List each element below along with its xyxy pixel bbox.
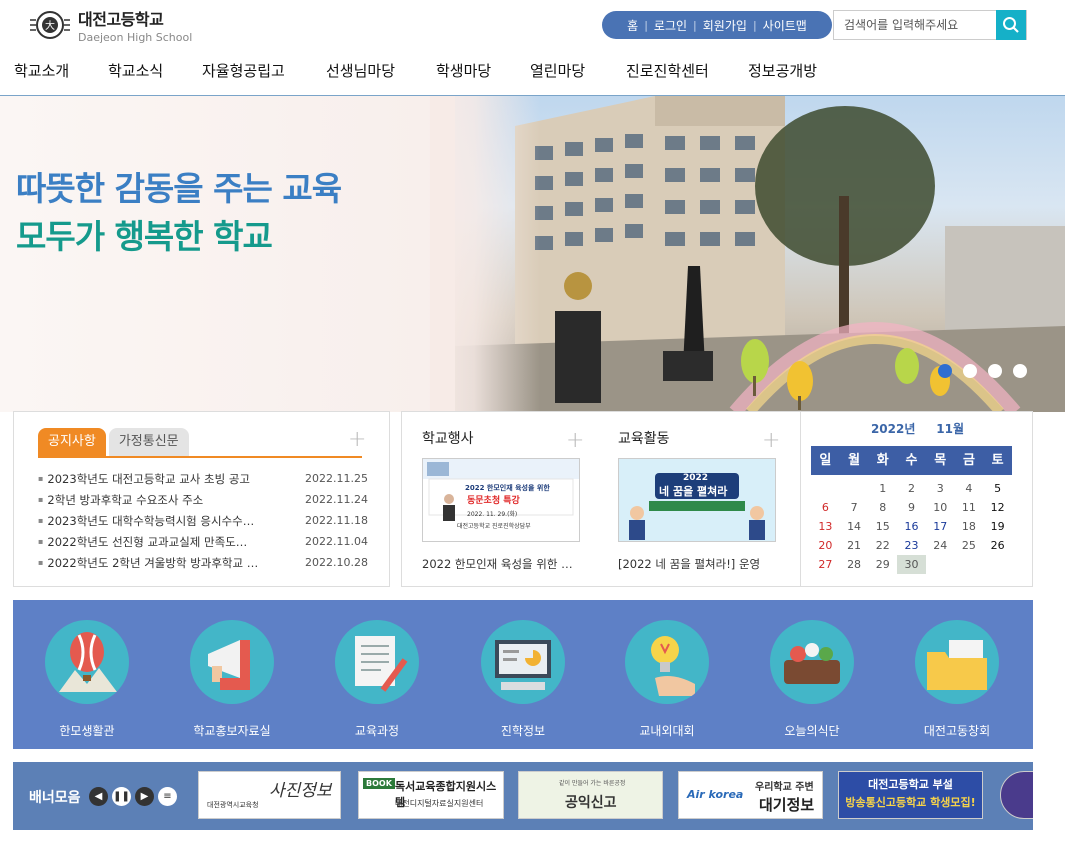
sitemap-link[interactable]: 사이트맵 xyxy=(763,17,807,34)
folder-icon xyxy=(915,620,999,704)
nav-teachers[interactable]: 선생님마당 xyxy=(326,60,436,81)
site-header: 大 대전고등학교 Daejeon High School 홈 | 로그인 | 회… xyxy=(0,0,1065,96)
events-caption[interactable]: 2022 한모인재 육성을 위한 … xyxy=(422,556,584,572)
banner-correspondence-school[interactable]: 대전고등학교 부설 방송통신고등학교 학생모집! xyxy=(838,771,983,819)
slide-dot-1[interactable] xyxy=(938,364,952,378)
quick-meal-menu[interactable]: 오늘의식단 xyxy=(757,620,867,739)
activities-thumb-line1: 2022 xyxy=(683,473,709,483)
document-pen-icon xyxy=(335,620,419,704)
events-thumb-line4: 대전고등학교 진로진학상담부 xyxy=(457,523,531,530)
banner-reading-system[interactable]: BOOK 독서교육종합지원시스템 대전디지털자료실지원센터 xyxy=(358,771,504,819)
banner-controls: ◀ ❚❚ ▶ ≡ xyxy=(89,787,177,806)
school-name-en: Daejeon High School xyxy=(78,31,193,44)
events-more-icon[interactable]: + xyxy=(566,430,584,452)
lightbulb-icon xyxy=(625,620,709,704)
calendar-title: 2022년 11월 xyxy=(801,420,1034,437)
school-logo[interactable]: 大 대전고등학교 Daejeon High School xyxy=(28,6,192,44)
quick-admission-info[interactable]: 진학정보 xyxy=(468,620,578,739)
activities-block: 교육활동 + 2022 네 꿈을 펼쳐라 [2022 네 꿈을 펼쳐라!] 운영 xyxy=(598,412,788,588)
banner-partial[interactable] xyxy=(1000,771,1033,819)
signup-link[interactable]: 회원가입 xyxy=(703,17,747,34)
megaphone-icon xyxy=(190,620,274,704)
home-link[interactable]: 홈 xyxy=(627,17,638,34)
calendar-week: 6 7 8 9 10 11 12 xyxy=(821,501,1005,514)
slide-indicators xyxy=(938,364,1027,378)
activities-thumbnail[interactable]: 2022 네 꿈을 펼쳐라 xyxy=(618,458,776,542)
events-thumb-line3: 2022. 11. 29.(화) xyxy=(467,511,518,518)
main-nav: 학교소개 학교소식 자율형공립고 선생님마당 학생마당 열린마당 진로진학센터 … xyxy=(14,60,848,81)
events-thumb-line1: 2022 한모인재 육성을 위한 xyxy=(465,484,550,492)
computer-chart-icon xyxy=(481,620,565,704)
nav-career-center[interactable]: 진로진학센터 xyxy=(626,60,748,81)
nav-open-forum[interactable]: 열린마당 xyxy=(530,60,626,81)
quick-competitions[interactable]: 교내외대회 xyxy=(612,620,722,739)
notice-panel: 공지사항 가정통신문 + 2023학년도 대전고등학교 교사 초빙 공고2022… xyxy=(13,411,390,587)
search-icon xyxy=(1003,17,1019,33)
school-name-ko: 대전고등학교 xyxy=(78,10,164,29)
nav-school-intro[interactable]: 학교소개 xyxy=(14,60,108,81)
banner-prev-button[interactable]: ◀ xyxy=(89,787,108,806)
list-item[interactable]: 2023학년도 대학수학능력시험 응시수수…2022.11.18 xyxy=(38,510,368,531)
calendar-month: 11월 xyxy=(936,422,965,436)
hero-slogan-line1: 따뜻한 감동을 주는 교육 xyxy=(16,169,342,208)
school-emblem-icon: 大 xyxy=(28,8,72,42)
nav-school-news[interactable]: 학교소식 xyxy=(108,60,202,81)
hero-slogan-line2: 모두가 행복한 학교 xyxy=(16,217,273,256)
events-block: 학교행사 + 2022 한모인재 육성을 위한 동문초청 특강 2022. 11… xyxy=(402,412,592,588)
quick-curriculum[interactable]: 교육과정 xyxy=(322,620,432,739)
banner-title: 배너모음 xyxy=(29,790,81,806)
tab-notices[interactable]: 공지사항 xyxy=(38,428,106,456)
list-item[interactable]: 2학년 방과후학교 수요조사 주소2022.11.24 xyxy=(38,489,368,510)
banner-public-report[interactable]: 같이 만들어 가는 바른공정 공익신고 xyxy=(518,771,663,819)
activities-caption[interactable]: [2022 네 꿈을 펼쳐라!] 운영 xyxy=(618,556,780,572)
list-item[interactable]: 2022학년도 선진형 교과교실제 만족도…2022.11.04 xyxy=(38,531,368,552)
slide-dot-2[interactable] xyxy=(963,364,977,378)
events-thumbnail[interactable]: 2022 한모인재 육성을 위한 동문초청 특강 2022. 11. 29.(화… xyxy=(422,458,580,542)
calendar-today[interactable]: 30 xyxy=(897,555,926,574)
banner-photo-info[interactable]: 대전광역시교육청 사진정보 xyxy=(198,771,341,819)
list-item[interactable]: 2023학년도 대전고등학교 교사 초빙 공고2022.11.25 xyxy=(38,468,368,489)
slide-dot-4[interactable] xyxy=(1013,364,1027,378)
quick-pr-archive[interactable]: 학교홍보자료실 xyxy=(177,620,287,739)
svg-text:大: 大 xyxy=(45,19,55,32)
activities-more-icon[interactable]: + xyxy=(762,430,780,452)
hero-banner: 따뜻한 감동을 주는 교육 모두가 행복한 학교 xyxy=(0,96,1065,412)
quick-menu: 한모생활관 학교홍보자료실 교육과정 진학정보 교내외대회 오늘의식단 대전고동… xyxy=(13,600,1033,749)
tab-newsletters[interactable]: 가정통신문 xyxy=(108,428,189,456)
search-button[interactable] xyxy=(996,10,1026,40)
banner-air-quality[interactable]: Air korea 우리학교 주변 대기정보 xyxy=(678,771,823,819)
slide-dot-3[interactable] xyxy=(988,364,1002,378)
nav-info-disclosure[interactable]: 정보공개방 xyxy=(748,60,848,81)
quick-alumni[interactable]: 대전고동창회 xyxy=(902,620,1012,739)
activities-thumb-line2: 네 꿈을 펼쳐라 xyxy=(659,485,728,498)
notice-list: 2023학년도 대전고등학교 교사 초빙 공고2022.11.25 2학년 방과… xyxy=(38,468,368,573)
login-link[interactable]: 로그인 xyxy=(654,17,687,34)
banner-pause-button[interactable]: ❚❚ xyxy=(112,787,131,806)
quick-dormitory[interactable]: 한모생활관 xyxy=(32,620,142,739)
notice-more-icon[interactable]: + xyxy=(348,429,366,451)
calendar-year: 2022년 xyxy=(870,422,916,436)
calendar-grid: 일 월 화 수 목 금 토 12345 6 7 8 9 10 11 12 13 14 15 16 1… xyxy=(811,446,1012,574)
food-tray-icon xyxy=(770,620,854,704)
calendar-weekdays: 일 월 화 수 목 금 토 xyxy=(811,446,1012,475)
calendar-week: 13 14 15 16 17 18 19 xyxy=(818,520,1005,533)
banner-next-button[interactable]: ▶ xyxy=(135,787,154,806)
nav-autonomous-school[interactable]: 자율형공립고 xyxy=(202,60,326,81)
search-input[interactable] xyxy=(834,11,996,39)
banner-list-button[interactable]: ≡ xyxy=(158,787,177,806)
calendar-week: 12345 xyxy=(879,482,1002,495)
photo-gallery-panel: 학교행사 + 2022 한모인재 육성을 위한 동문초청 특강 2022. 11… xyxy=(401,411,801,587)
banner-zone: 배너모음 ◀ ❚❚ ▶ ≡ 대전광역시교육청 사진정보 BOOK 독서교육종합지… xyxy=(13,762,1033,830)
activities-title: 교육활동 xyxy=(618,431,670,447)
events-title: 학교행사 xyxy=(422,431,474,447)
hot-air-balloon-icon xyxy=(45,620,129,704)
search-box xyxy=(833,10,1027,40)
calendar-panel: 2022년 11월 일 월 화 수 목 금 토 12345 6 7 8 9 10 11 12… xyxy=(800,411,1033,587)
nav-students[interactable]: 학생마당 xyxy=(436,60,530,81)
calendar-week: 27 28 29 30 xyxy=(811,555,1012,574)
events-thumb-line2: 동문초청 특강 xyxy=(467,496,520,506)
list-item[interactable]: 2022학년도 2학년 겨울방학 방과후학교 …2022.10.28 xyxy=(38,552,368,573)
utility-links: 홈 | 로그인 | 회원가입 | 사이트맵 xyxy=(602,11,832,39)
calendar-week: 20 21 22 23 24 25 26 xyxy=(818,539,1005,552)
